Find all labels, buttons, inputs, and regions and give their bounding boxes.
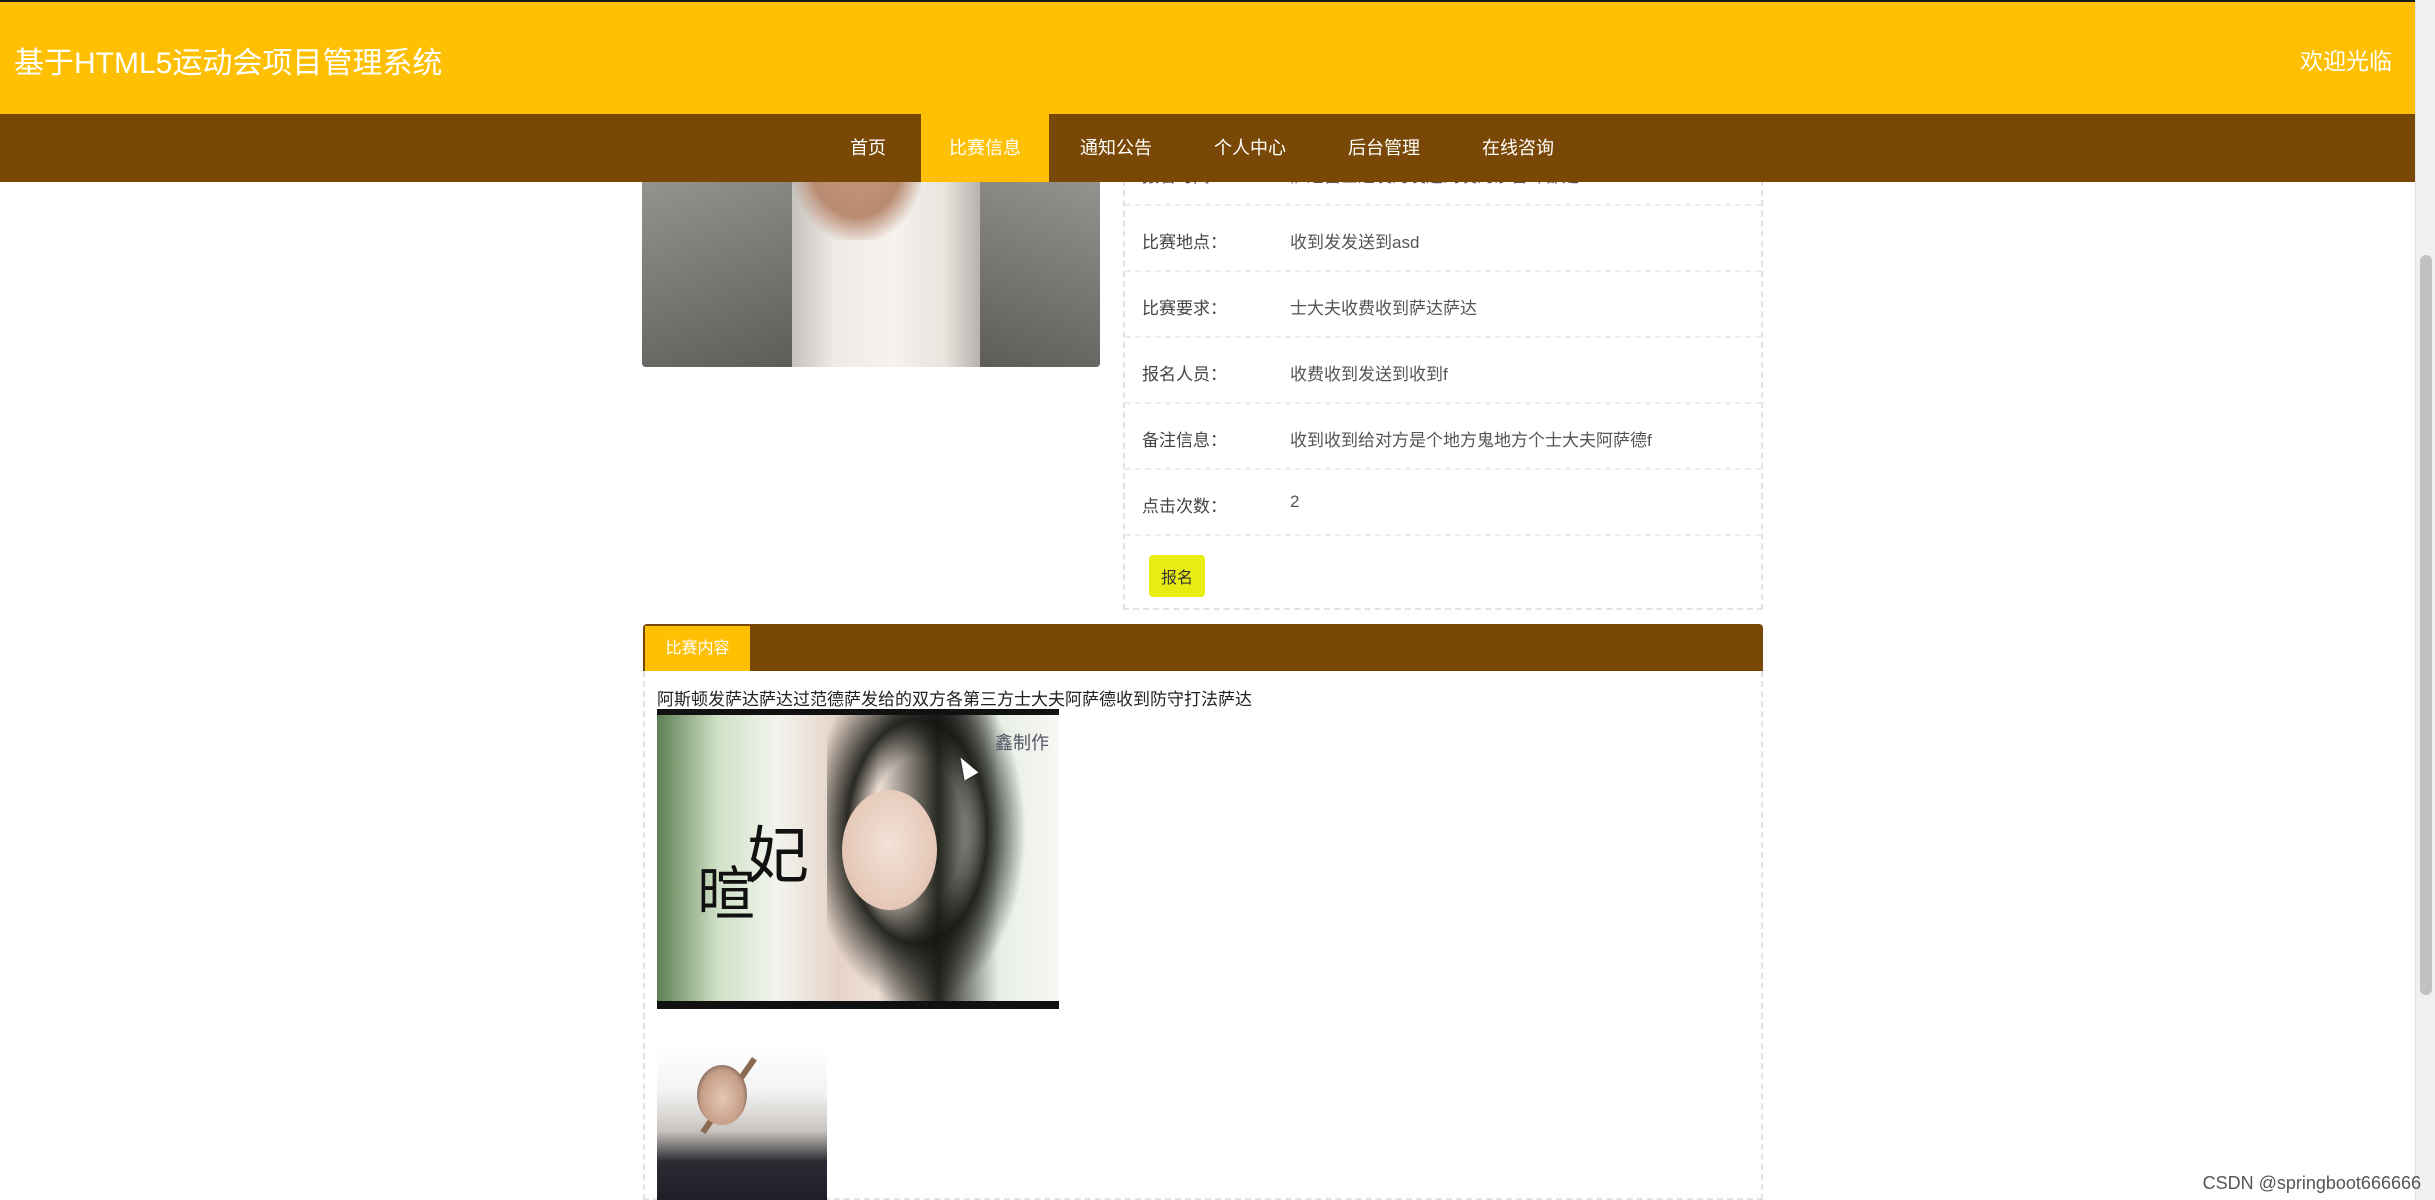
vertical-scrollbar[interactable]: [2415, 0, 2435, 1200]
info-row-remarks: 备注信息： 收到收到给对方是个地方鬼地方个士大夫阿萨德f: [1125, 404, 1761, 470]
watermark: CSDN @springboot666666: [2202, 1173, 2421, 1193]
nav-item-online-consult[interactable]: 在线咨询: [1465, 114, 1571, 182]
info-row-participants: 报名人员： 收费收到发送到收到f: [1125, 338, 1761, 404]
image-calligraphy: 妃: [747, 819, 810, 892]
main-nav: 首页 比赛信息 通知公告 个人中心 后台管理 在线咨询: [0, 114, 2415, 182]
nav-item-personal-center[interactable]: 个人中心: [1197, 114, 1303, 182]
content-image-main: 妃 暄 鑫制作: [657, 709, 1059, 1009]
nav-item-admin[interactable]: 后台管理: [1331, 114, 1437, 182]
content-tabs-bar: 比赛内容: [643, 624, 1763, 671]
info-row-location: 比赛地点： 收到发发送到asd: [1125, 206, 1761, 272]
info-value: 收到收到给对方是个地方鬼地方个士大夫阿萨德f: [1290, 431, 1652, 450]
info-label: 备注信息：: [1142, 431, 1227, 450]
site-header: 基于HTML5运动会项目管理系统 欢迎光临: [0, 2, 2415, 114]
welcome-text: 欢迎光临: [2300, 48, 2392, 74]
info-value: 2: [1290, 492, 1300, 511]
competition-content-text: 阿斯顿发萨达萨达过范德萨发给的双方各第三方士大夫阿萨德收到防守打法萨达: [657, 690, 1252, 709]
site-title: 基于HTML5运动会项目管理系统: [14, 47, 443, 80]
photo-hood-left: [642, 160, 792, 367]
image-face: [842, 790, 937, 910]
info-value: 收到发发送到asd: [1290, 233, 1420, 252]
tab-competition-content[interactable]: 比赛内容: [645, 626, 750, 671]
info-label: 点击次数：: [1142, 497, 1227, 516]
competition-photo: [642, 160, 1100, 367]
photo-hood-right: [980, 160, 1100, 367]
nav-item-notices[interactable]: 通知公告: [1063, 114, 1169, 182]
nav-item-home[interactable]: 首页: [830, 114, 906, 182]
image-calligraphy: 暄: [697, 860, 756, 928]
info-row-click-count: 点击次数： 2: [1125, 470, 1761, 536]
info-value: 士大夫收费收到萨达萨达: [1290, 299, 1477, 318]
info-label: 比赛要求：: [1142, 299, 1227, 318]
image-stamp: 鑫制作: [995, 733, 1049, 753]
nav-item-competitions[interactable]: 比赛信息: [921, 114, 1049, 182]
info-label: 比赛地点：: [1142, 233, 1227, 252]
competition-info-box: 报名时间： 萨达富士达发的发送到发的沙番斗都是 比赛地点： 收到发发送到asd …: [1123, 160, 1763, 610]
scrollbar-thumb[interactable]: [2420, 255, 2432, 995]
info-row-requirements: 比赛要求： 士大夫收费收到萨达萨达: [1125, 272, 1761, 338]
competition-content-panel: 阿斯顿发萨达萨达过范德萨发给的双方各第三方士大夫阿萨德收到防守打法萨达 妃 暄 …: [643, 671, 1763, 1200]
info-label: 报名人员：: [1142, 365, 1227, 384]
info-value: 收费收到发送到收到f: [1290, 365, 1448, 384]
image-head: [697, 1065, 747, 1125]
content-image-secondary: [657, 1047, 827, 1200]
signup-button[interactable]: 报名: [1149, 555, 1205, 597]
